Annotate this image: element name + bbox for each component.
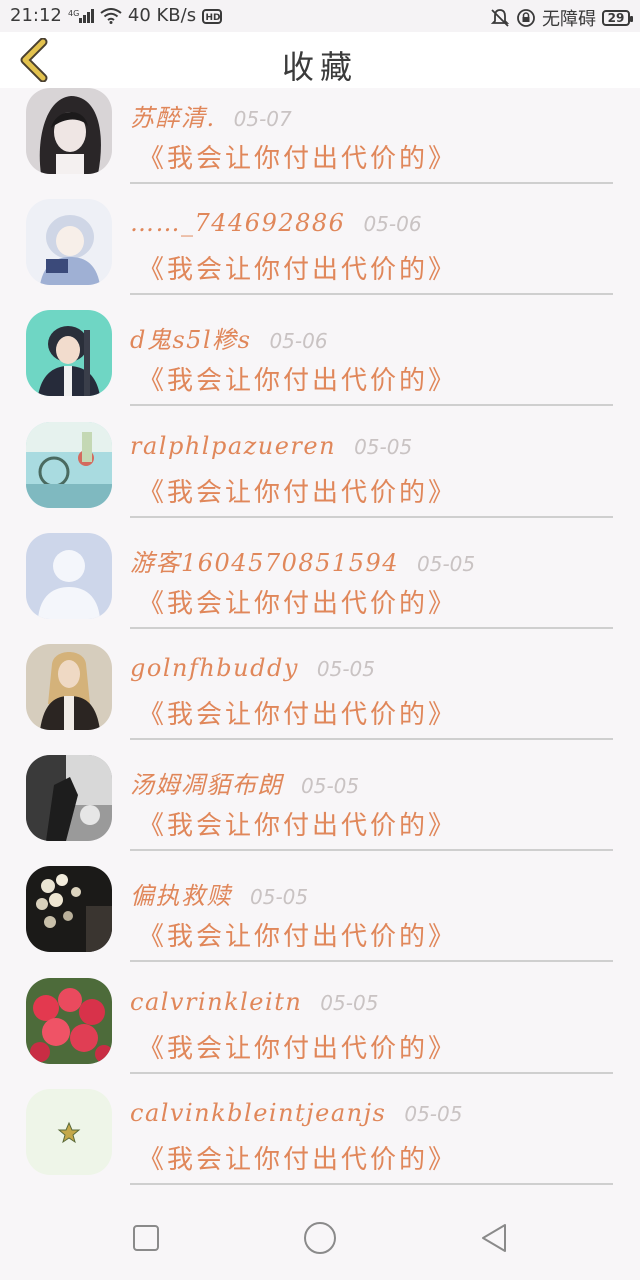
divider: [130, 404, 613, 407]
avatar: [26, 866, 112, 953]
list-item[interactable]: 游客1604570851594 05-05 《我会让你付出代价的》: [0, 532, 640, 644]
avatar: [26, 977, 112, 1064]
username: 苏醉清.: [130, 104, 216, 132]
date: 05-05: [301, 774, 360, 799]
svg-text:4G: 4G: [68, 9, 79, 18]
divider: [130, 849, 613, 852]
avatar: [26, 643, 112, 730]
username: calvrinkleitn: [130, 987, 303, 1016]
network-speed: 40 KB/s: [127, 5, 197, 26]
username: d鬼s5l糁s: [130, 326, 252, 355]
message: 《我会让你付出代价的》: [138, 366, 458, 397]
back-nav-button[interactable]: [474, 1218, 514, 1258]
list-item[interactable]: 汤姆凋貊布朗 05-05 《我会让你付出代价的》: [0, 755, 640, 866]
username: ralphlpazueren: [130, 431, 337, 460]
list-item[interactable]: 偏执救赎 05-05 《我会让你付出代价的》: [0, 866, 640, 977]
date: 05-06: [363, 212, 422, 237]
avatar: [26, 1088, 112, 1175]
accessibility-label: 无障碍: [542, 9, 596, 30]
header: 收藏: [0, 32, 640, 88]
message: 《我会让你付出代价的》: [138, 699, 458, 730]
status-time: 21:12: [10, 5, 62, 26]
hd-icon: HD: [202, 7, 223, 25]
date: 05-05: [417, 551, 476, 576]
svg-text:HD: HD: [206, 13, 221, 23]
status-bar: 21:12 4G 40 KB/s HD 无障碍 29: [0, 0, 640, 32]
navigation-bar: [0, 1196, 640, 1280]
date: 05-07: [233, 107, 292, 131]
triangle-back-icon: [482, 1224, 506, 1252]
page-title: 收藏: [281, 48, 358, 86]
list-item[interactable]: calvinkbleintjeanjs 05-05 《我会让你付出代价的》: [0, 1088, 640, 1200]
username: ……_744692886: [130, 209, 346, 238]
list-item[interactable]: 苏醉清. 05-07 《我会让你付出代价的》: [0, 88, 640, 199]
message: 《我会让你付出代价的》: [138, 922, 458, 953]
divider: [130, 626, 613, 629]
divider: [130, 515, 613, 518]
list-item[interactable]: ……_744692886 05-06 《我会让你付出代价的》: [0, 199, 640, 310]
divider: [130, 1182, 613, 1185]
message: 《我会让你付出代价的》: [138, 1033, 458, 1064]
lock-rotation-icon: [516, 8, 536, 28]
message: 《我会让你付出代价的》: [138, 477, 458, 508]
date: 05-05: [320, 990, 379, 1015]
home-button[interactable]: [300, 1218, 340, 1258]
username: 游客1604570851594: [130, 548, 400, 577]
date: 05-05: [404, 1101, 463, 1126]
list-item[interactable]: calvrinkleitn 05-05 《我会让你付出代价的》: [0, 977, 640, 1089]
recent-apps-button[interactable]: [126, 1218, 166, 1258]
list-item[interactable]: golnfhbuddy 05-05 《我会让你付出代价的》: [0, 643, 640, 755]
mute-bell-icon: [490, 8, 510, 28]
avatar: [26, 199, 112, 286]
message: 《我会让你付出代价的》: [138, 811, 458, 842]
battery-level: 29: [607, 11, 625, 25]
divider: [130, 182, 613, 184]
avatar: [26, 310, 112, 397]
divider: [130, 737, 613, 740]
message: 《我会让你付出代价的》: [138, 144, 458, 174]
divider: [130, 293, 613, 296]
date: 05-06: [269, 329, 328, 354]
divider: [130, 960, 613, 963]
avatar: [26, 532, 112, 619]
square-icon: [133, 1225, 159, 1251]
screen: 21:12 4G 40 KB/s HD 无障碍 29 收藏 苏醉清. 05-07…: [0, 0, 640, 1280]
username: golnfhbuddy: [130, 653, 299, 682]
date: 05-05: [316, 656, 376, 681]
message: 《我会让你付出代价的》: [138, 255, 458, 286]
avatar: [26, 421, 112, 508]
username: 偏执救赎: [130, 882, 232, 911]
signal-icon: 4G: [68, 8, 94, 24]
date: 05-05: [354, 434, 413, 459]
username: calvinkbleintjeanjs: [130, 1098, 387, 1127]
avatar: [26, 88, 112, 174]
message: 《我会让你付出代价的》: [138, 1144, 458, 1175]
message: 《我会让你付出代价的》: [138, 588, 458, 619]
favorites-list: 苏醉清. 05-07 《我会让你付出代价的》 ……_744692886 05-0…: [0, 88, 640, 1200]
username: 汤姆凋貊布朗: [130, 771, 283, 800]
list-item[interactable]: ralphlpazueren 05-05 《我会让你付出代价的》: [0, 421, 640, 533]
circle-icon: [304, 1222, 336, 1254]
wifi-icon: [100, 7, 122, 24]
divider: [130, 1071, 613, 1074]
list-item[interactable]: d鬼s5l糁s 05-06 《我会让你付出代价的》: [0, 310, 640, 421]
date: 05-05: [250, 885, 309, 910]
battery-icon: 29: [602, 10, 633, 26]
avatar: [26, 755, 112, 842]
